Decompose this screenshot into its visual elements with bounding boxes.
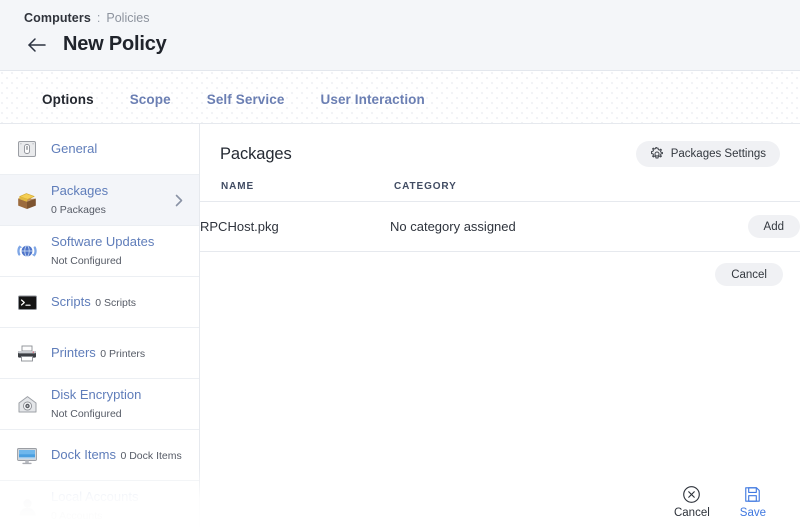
sidebar-item-scripts-text: Scripts 0 Scripts xyxy=(51,293,187,311)
breadcrumb-separator: : xyxy=(97,10,100,26)
table-row[interactable]: RPCHost.pkg No category assigned Add xyxy=(200,202,800,252)
sidebar-item-disk-encryption-sub: Not Configured xyxy=(51,408,122,420)
cancel-package-selection-button[interactable]: Cancel xyxy=(715,263,783,286)
software-update-icon xyxy=(14,238,40,264)
save-button-label: Save xyxy=(740,507,766,520)
sidebar-item-dock-items-label: Dock Items xyxy=(51,447,116,462)
cell-package-name: RPCHost.pkg xyxy=(200,202,390,252)
sidebar-item-scripts[interactable]: Scripts 0 Scripts xyxy=(0,277,199,328)
sidebar-item-software-updates-text: Software Updates Not Configured xyxy=(51,233,187,269)
sidebar-item-printers-label: Printers xyxy=(51,345,96,360)
sidebar-item-packages-sub: 0 Packages xyxy=(51,204,106,216)
sidebar-item-disk-encryption[interactable]: Disk Encryption Not Configured xyxy=(0,379,199,430)
breadcrumb-policies[interactable]: Policies xyxy=(106,10,149,26)
packages-table: NAME CATEGORY RPCHost.pkg No category as… xyxy=(200,181,800,252)
table-footer-actions: Cancel xyxy=(200,252,800,286)
panel-title: Packages xyxy=(220,145,292,164)
close-circle-icon xyxy=(682,485,701,504)
tab-scope[interactable]: Scope xyxy=(112,71,189,107)
payload-sidebar: General Packages 0 Packages xyxy=(0,124,200,530)
cell-package-category: No category assigned xyxy=(390,202,708,252)
breadcrumb: Computers : Policies xyxy=(24,10,776,26)
sidebar-item-software-updates[interactable]: Software Updates Not Configured xyxy=(0,226,199,277)
sidebar-item-dock-items-text: Dock Items 0 Dock Items xyxy=(51,446,187,464)
sidebar-item-packages[interactable]: Packages 0 Packages xyxy=(0,175,199,226)
cell-action: Add xyxy=(708,202,800,252)
save-floppy-icon xyxy=(743,485,762,504)
tab-options[interactable]: Options xyxy=(24,71,112,107)
sidebar-item-disk-encryption-label: Disk Encryption xyxy=(51,387,141,402)
gear-icon xyxy=(650,147,664,161)
terminal-icon xyxy=(14,289,40,315)
back-arrow-icon[interactable] xyxy=(26,34,48,56)
tab-bar: Options Scope Self Service User Interact… xyxy=(0,71,800,124)
page-header: Computers : Policies New Policy xyxy=(0,0,800,71)
column-header-category[interactable]: CATEGORY xyxy=(390,181,708,202)
sidebar-item-printers-sub: 0 Printers xyxy=(100,348,145,360)
column-header-action xyxy=(708,181,800,202)
panel-header: Packages Packages Settings xyxy=(200,124,800,181)
disk-encryption-icon xyxy=(14,391,40,417)
packages-settings-label: Packages Settings xyxy=(671,148,766,160)
sidebar-item-general-label: General xyxy=(51,141,97,156)
sidebar-item-scripts-label: Scripts xyxy=(51,294,91,309)
packages-settings-button[interactable]: Packages Settings xyxy=(636,141,780,167)
policy-editor-window: Computers : Policies New Policy Options … xyxy=(0,0,800,530)
title-row: New Policy xyxy=(24,33,776,56)
tab-user-interaction[interactable]: User Interaction xyxy=(302,71,442,107)
packages-panel: Packages Packages Settings NAME CAT xyxy=(200,124,800,530)
sidebar-item-printers[interactable]: Printers 0 Printers xyxy=(0,328,199,379)
cancel-button-label: Cancel xyxy=(674,507,710,520)
package-box-icon xyxy=(14,187,40,213)
monitor-icon xyxy=(14,442,40,468)
sidebar-item-software-updates-sub: Not Configured xyxy=(51,255,122,267)
add-package-button[interactable]: Add xyxy=(748,215,800,238)
packages-table-body: RPCHost.pkg No category assigned Add xyxy=(200,202,800,252)
sidebar-item-dock-items-sub: 0 Dock Items xyxy=(120,450,181,462)
sidebar-item-general[interactable]: General xyxy=(0,124,199,175)
chevron-right-icon[interactable] xyxy=(175,194,187,207)
sidebar-item-disk-encryption-text: Disk Encryption Not Configured xyxy=(51,386,187,422)
general-icon xyxy=(14,136,40,162)
sidebar-item-printers-text: Printers 0 Printers xyxy=(51,344,187,362)
breadcrumb-computers[interactable]: Computers xyxy=(24,10,91,26)
footer-actions: Cancel Save xyxy=(0,474,800,530)
sidebar-item-scripts-sub: 0 Scripts xyxy=(95,297,136,309)
cancel-button[interactable]: Cancel xyxy=(674,485,710,520)
sidebar-item-packages-text: Packages 0 Packages xyxy=(51,182,164,218)
printer-icon xyxy=(14,340,40,366)
body-area: General Packages 0 Packages xyxy=(0,124,800,530)
table-header-row: NAME CATEGORY xyxy=(200,181,800,202)
sidebar-item-general-text: General xyxy=(51,140,187,158)
tab-self-service[interactable]: Self Service xyxy=(189,71,303,107)
sidebar-item-packages-label: Packages xyxy=(51,183,108,198)
sidebar-item-software-updates-label: Software Updates xyxy=(51,234,154,249)
packages-table-head: NAME CATEGORY xyxy=(200,181,800,202)
column-header-name[interactable]: NAME xyxy=(200,181,390,202)
page-title: New Policy xyxy=(63,33,167,56)
save-button[interactable]: Save xyxy=(740,485,766,520)
